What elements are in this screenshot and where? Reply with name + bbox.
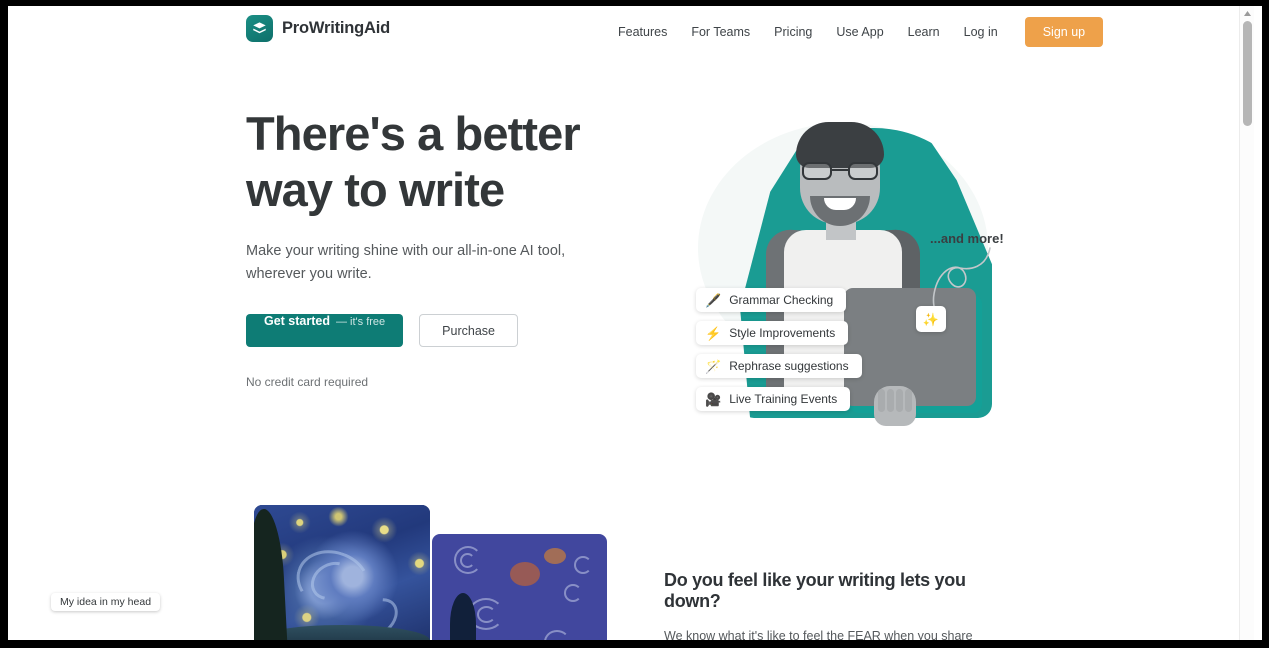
hero-title: There's a better way to write xyxy=(246,107,581,216)
get-started-sublabel: — it's free xyxy=(336,316,386,328)
glasses-icon xyxy=(802,162,878,180)
sparkles-icon: ✨ xyxy=(922,311,940,327)
get-started-label: Get started xyxy=(264,314,330,328)
nav-item-use-app[interactable]: Use App xyxy=(824,19,895,45)
hero-copy: There's a better way to write Make your … xyxy=(246,106,636,389)
main-nav: Features For Teams Pricing Use App Learn… xyxy=(606,6,1104,58)
site-header: ProWritingAid Features For Teams Pricing… xyxy=(8,6,1254,58)
hand xyxy=(874,386,916,426)
page-canvas: ProWritingAid Features For Teams Pricing… xyxy=(8,6,1254,640)
and-more-annotation: ...and more! xyxy=(930,231,1004,246)
sign-up-button[interactable]: Sign up xyxy=(1024,17,1104,47)
nav-item-learn[interactable]: Learn xyxy=(896,19,952,45)
get-started-button[interactable]: Get started — it's free xyxy=(246,314,404,347)
feature-chip-style-improvements: ⚡ Style Improvements xyxy=(696,321,849,345)
feature-chip-label: Grammar Checking xyxy=(729,293,834,307)
hero-section: There's a better way to write Make your … xyxy=(8,58,1254,478)
lower-section: My idea in my head Do you feel like your… xyxy=(8,478,1254,640)
browser-window: ProWritingAid Features For Teams Pricing… xyxy=(8,6,1262,640)
nav-item-log-in[interactable]: Log in xyxy=(952,19,1010,45)
lower-title: Do you feel like your writing lets you d… xyxy=(664,570,966,611)
brand-name: ProWritingAid xyxy=(282,19,391,37)
idea-caption: My idea in my head xyxy=(51,593,161,611)
magic-wand-icon: 🪄 xyxy=(705,358,722,374)
feature-chip-label: Live Training Events xyxy=(729,392,838,406)
nav-item-features[interactable]: Features xyxy=(606,19,679,45)
feature-chip-label: Rephrase suggestions xyxy=(729,359,849,373)
hero-illustration: 🖋️ Grammar Checking ⚡ Style Improvements… xyxy=(668,98,1028,443)
lightning-icon: ⚡ xyxy=(705,325,722,341)
feature-chip-live-training-events: 🎥 Live Training Events xyxy=(696,387,851,411)
plain-cypress-tree xyxy=(450,593,476,640)
brand-logo-link[interactable]: ProWritingAid xyxy=(246,15,390,42)
plain-rendition-image xyxy=(432,534,607,640)
feature-chip-rephrase-suggestions: 🪄 Rephrase suggestions xyxy=(696,354,862,378)
scroll-up-arrow-icon[interactable] xyxy=(1240,6,1254,20)
feature-chip-grammar-checking: 🖋️ Grammar Checking xyxy=(696,288,847,312)
scrollbar-thumb[interactable] xyxy=(1243,21,1252,126)
movie-camera-icon: 🎥 xyxy=(705,391,722,407)
nav-item-pricing[interactable]: Pricing xyxy=(762,19,824,45)
purchase-button[interactable]: Purchase xyxy=(419,314,518,347)
hero-subtitle: Make your writing shine with our all-in-… xyxy=(246,243,566,282)
no-credit-card-note: No credit card required xyxy=(246,375,369,389)
lower-body: We know what it's like to feel the FEAR … xyxy=(664,629,973,640)
sparkle-badge: ✨ xyxy=(916,306,946,332)
pen-icon: 🖋️ xyxy=(705,292,722,308)
nav-item-for-teams[interactable]: For Teams xyxy=(679,19,762,45)
hero-actions: Get started — it's free Purchase xyxy=(246,314,636,347)
vertical-scrollbar[interactable] xyxy=(1239,6,1254,640)
book-logo-icon xyxy=(246,15,273,42)
feature-chip-list: 🖋️ Grammar Checking ⚡ Style Improvements… xyxy=(696,288,862,411)
lower-copy: Do you feel like your writing lets you d… xyxy=(664,570,1016,640)
starry-night-image xyxy=(254,505,430,640)
feature-chip-label: Style Improvements xyxy=(729,326,836,340)
